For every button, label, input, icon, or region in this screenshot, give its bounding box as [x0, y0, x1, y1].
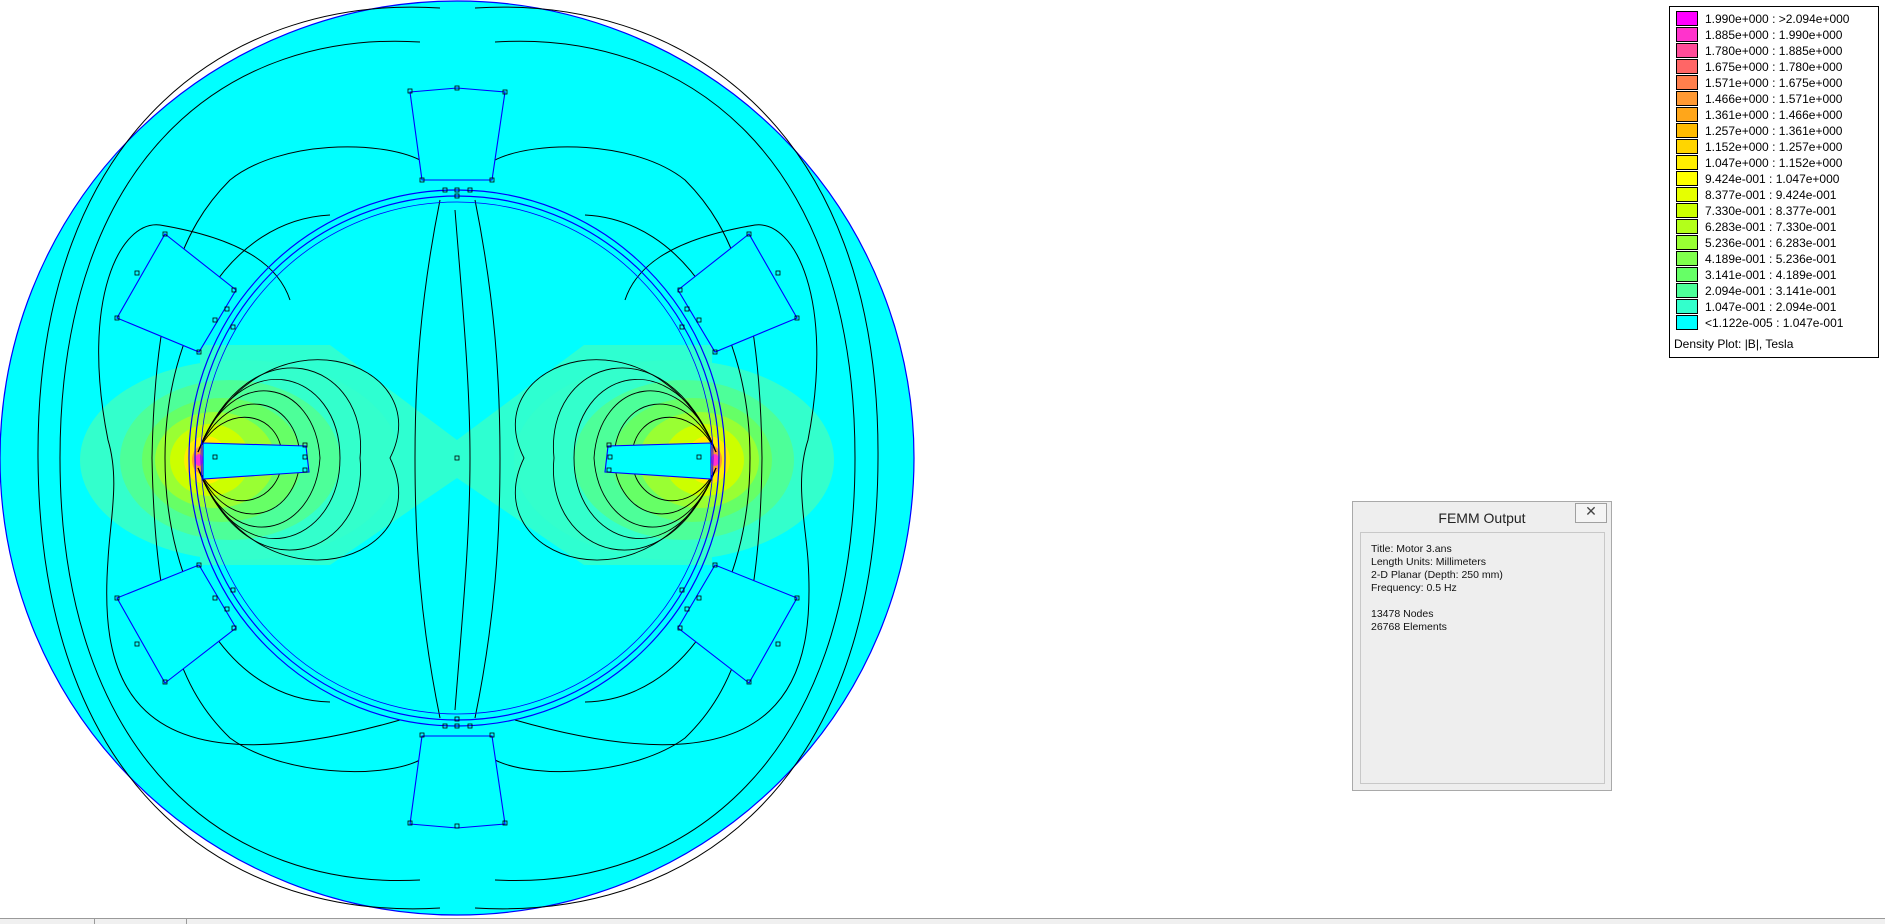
legend-swatch	[1676, 43, 1698, 58]
legend-label: 8.377e-001 : 9.424e-001	[1705, 188, 1837, 202]
legend-swatch	[1676, 123, 1698, 138]
info-nodes: 13478 Nodes	[1371, 608, 1434, 620]
legend-label: 1.990e+000 : >2.094e+000	[1705, 12, 1850, 26]
legend-swatch	[1676, 11, 1698, 26]
legend-swatch	[1676, 91, 1698, 106]
window-title: FEMM Output	[1438, 510, 1526, 526]
legend-label: 1.257e+000 : 1.361e+000	[1705, 124, 1843, 138]
legend-label: 7.330e-001 : 8.377e-001	[1705, 204, 1837, 218]
legend-label: 9.424e-001 : 1.047e+000	[1705, 172, 1840, 186]
legend-label: 6.283e-001 : 7.330e-001	[1705, 220, 1837, 234]
legend-swatch	[1676, 75, 1698, 90]
info-planar-depth: 2-D Planar (Depth: 250 mm)	[1371, 569, 1503, 581]
legend-swatch	[1676, 187, 1698, 202]
legend-swatch	[1676, 155, 1698, 170]
legend-label: 3.141e-001 : 4.189e-001	[1705, 268, 1837, 282]
legend-swatch	[1676, 219, 1698, 234]
legend-label: 1.047e-001 : 2.094e-001	[1705, 300, 1837, 314]
info-frequency: Frequency: 0.5 Hz	[1371, 582, 1457, 594]
legend-swatch	[1676, 315, 1698, 330]
legend-label: 1.571e+000 : 1.675e+000	[1705, 76, 1843, 90]
coil-bottom	[409, 735, 506, 829]
legend-swatch	[1676, 299, 1698, 314]
legend-swatch	[1676, 139, 1698, 154]
legend-swatch	[1676, 235, 1698, 250]
close-button[interactable]: ✕	[1575, 503, 1607, 523]
legend-title: Density Plot: |B|, Tesla	[1674, 337, 1794, 351]
info-elements: 26768 Elements	[1371, 621, 1447, 633]
legend-swatch	[1676, 107, 1698, 122]
legend-label: 1.047e+000 : 1.152e+000	[1705, 156, 1843, 170]
status-divider	[186, 919, 187, 924]
output-text-area[interactable]: Title: Motor 3.ans Length Units: Millime…	[1360, 532, 1605, 784]
legend-swatch	[1676, 171, 1698, 186]
density-legend: 1.990e+000 : >2.094e+000 1.885e+000 : 1.9…	[1669, 6, 1879, 358]
status-bar	[0, 918, 1885, 924]
legend-swatch	[1676, 283, 1698, 298]
legend-label: 1.361e+000 : 1.466e+000	[1705, 108, 1843, 122]
legend-swatch	[1676, 251, 1698, 266]
legend-label: <1.122e-005 : 1.047e-001	[1705, 316, 1844, 330]
legend-label: 4.189e-001 : 5.236e-001	[1705, 252, 1837, 266]
legend-label: 2.094e-001 : 3.141e-001	[1705, 284, 1837, 298]
legend-label: 5.236e-001 : 6.283e-001	[1705, 236, 1837, 250]
legend-swatch	[1676, 267, 1698, 282]
coil-top	[409, 87, 506, 181]
legend-swatch	[1676, 27, 1698, 42]
legend-label: 1.885e+000 : 1.990e+000	[1705, 28, 1843, 42]
info-title: Title: Motor 3.ans	[1371, 543, 1452, 555]
legend-label: 1.675e+000 : 1.780e+000	[1705, 60, 1843, 74]
status-divider	[94, 919, 95, 924]
info-length-units: Length Units: Millimeters	[1371, 556, 1486, 568]
legend-label: 1.152e+000 : 1.257e+000	[1705, 140, 1843, 154]
legend-swatch	[1676, 59, 1698, 74]
legend-swatch	[1676, 203, 1698, 218]
close-icon: ✕	[1585, 504, 1597, 520]
magnet-left	[202, 442, 310, 480]
legend-label: 1.780e+000 : 1.885e+000	[1705, 44, 1843, 58]
magnet-right	[604, 442, 712, 480]
legend-label: 1.466e+000 : 1.571e+000	[1705, 92, 1843, 106]
femm-output-window[interactable]: FEMM Output ✕ Title: Motor 3.ans Length …	[1352, 501, 1612, 791]
